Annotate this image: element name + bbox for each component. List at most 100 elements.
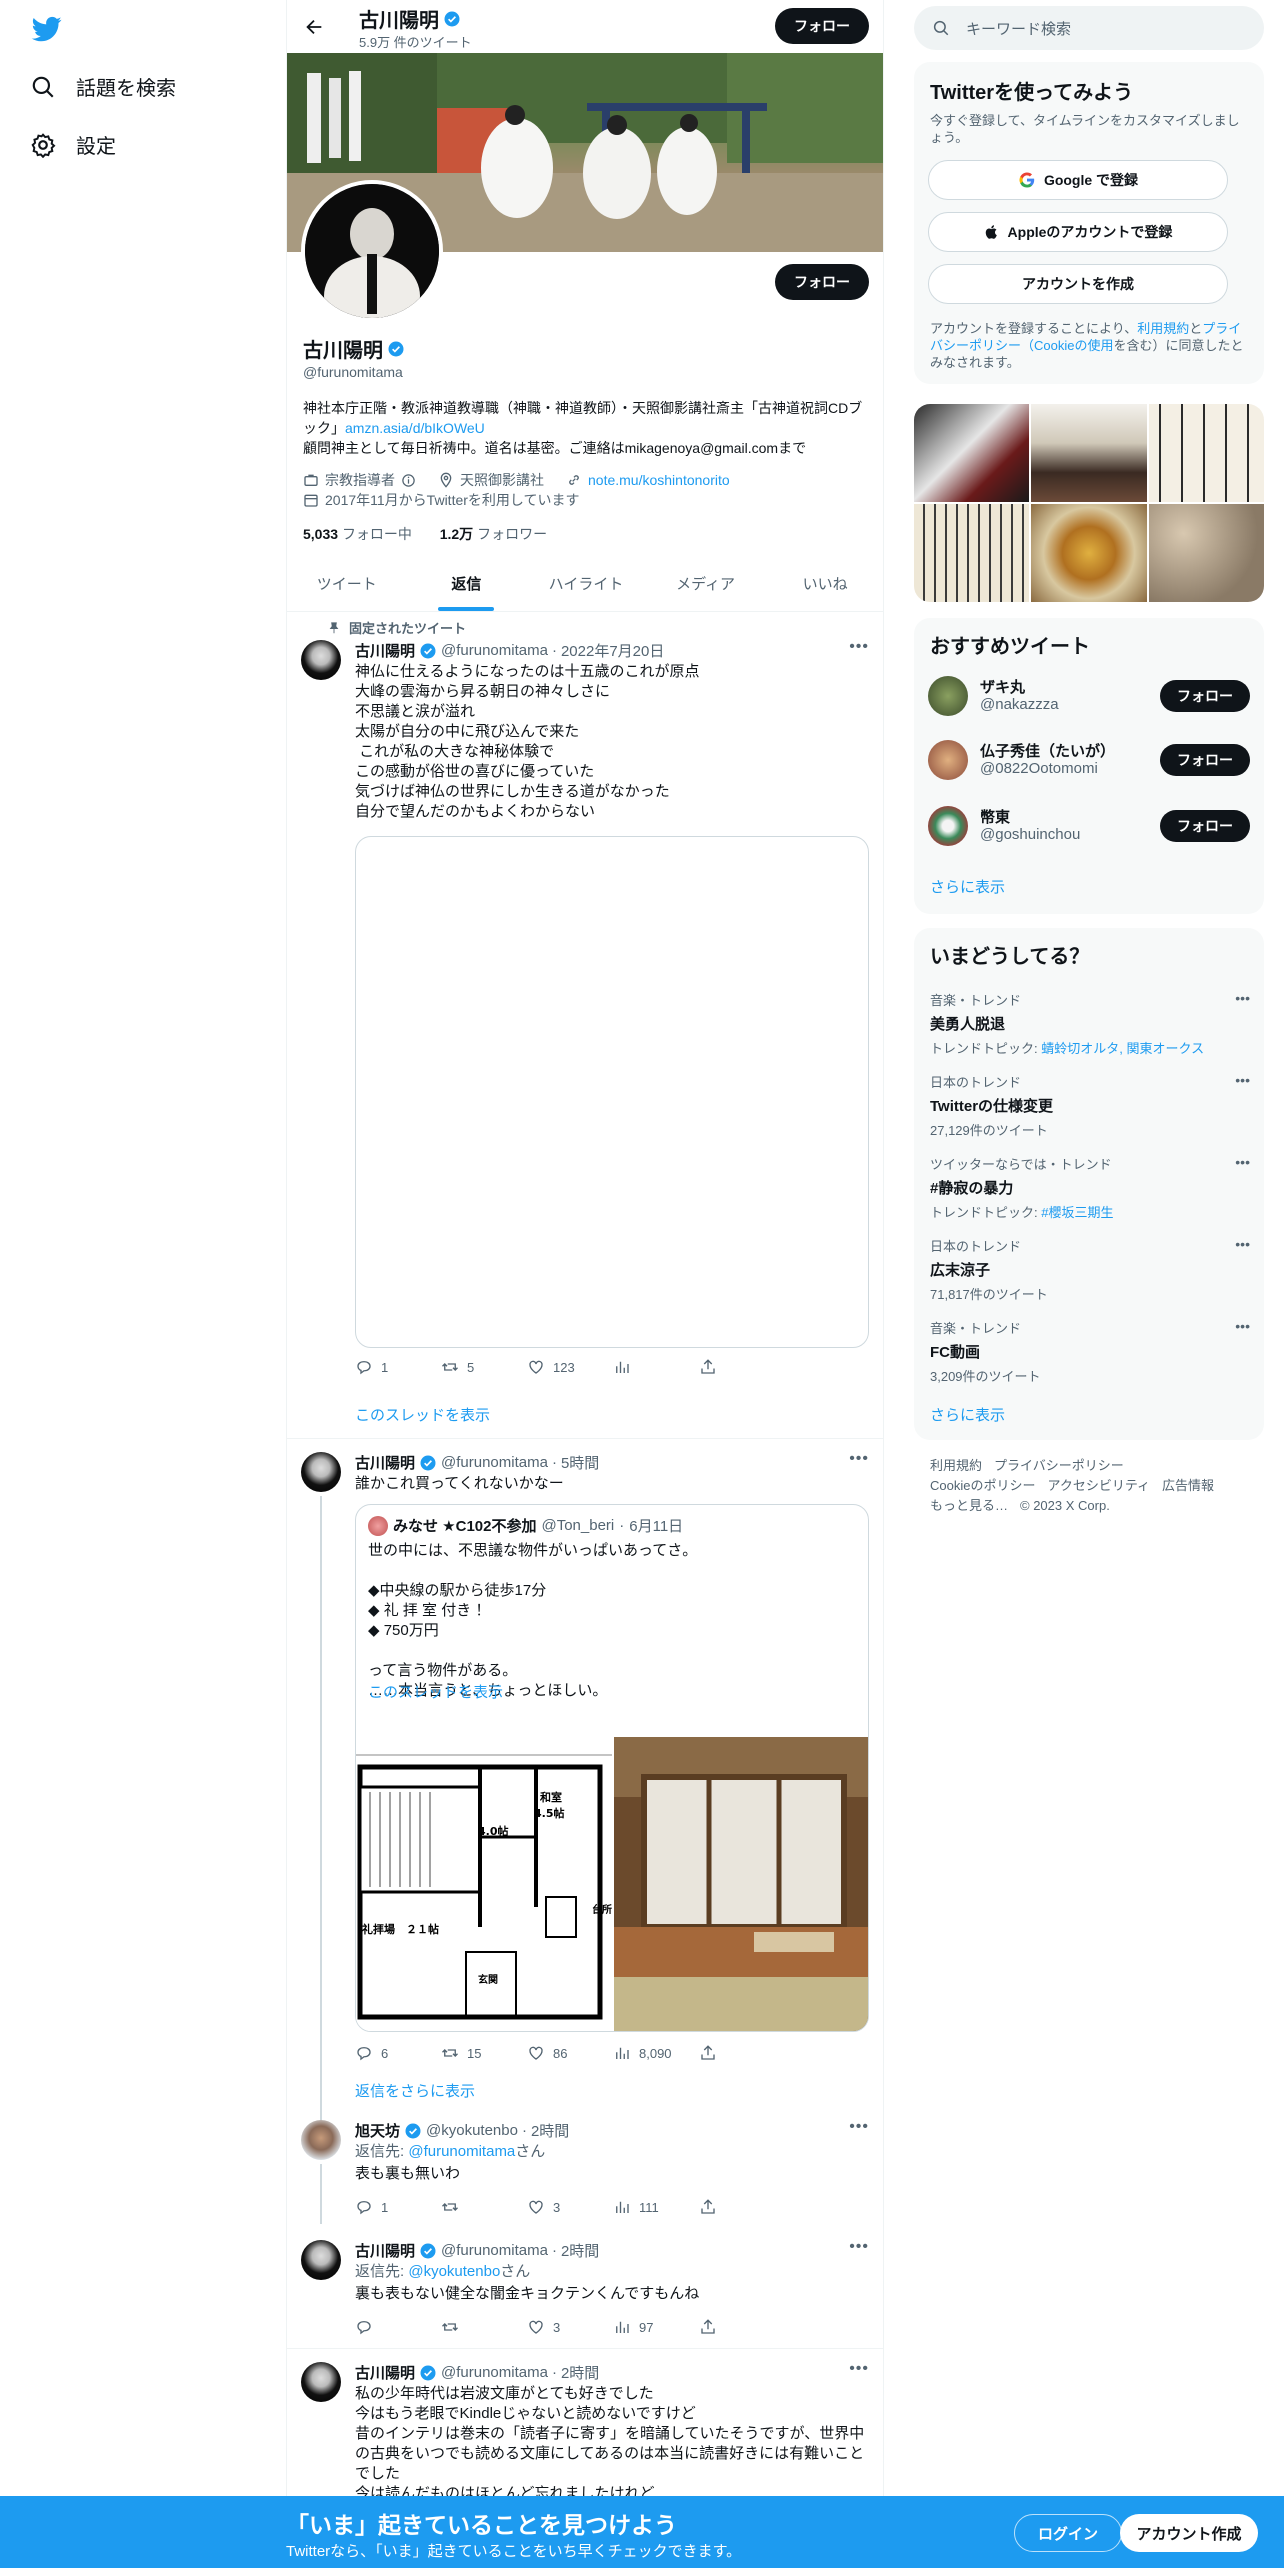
tweet[interactable]: 旭天坊 @kyokutenbo · 2時間 ••• 返信先: @furunomit… <box>287 2108 883 2224</box>
tweet-media-placeholder[interactable] <box>355 836 869 1348</box>
login-button[interactable]: ログイン <box>1014 2514 1122 2552</box>
trend-item[interactable]: 日本のトレンド Twitterの仕様変更 27,129件のツイート ••• <box>930 1072 1250 1139</box>
tweet[interactable]: 古川陽明 @furunomitama · 2時間 ••• 返信先: @kyokut… <box>287 2228 883 2348</box>
info-icon[interactable] <box>401 473 416 488</box>
more-options-icon[interactable]: ••• <box>849 2238 869 2256</box>
header-follow-button[interactable]: フォロー <box>775 8 869 44</box>
show-thread-link[interactable]: このスレッドを表示 <box>355 1404 490 1425</box>
more-options-icon[interactable]: ••• <box>1235 1072 1250 1088</box>
tweet[interactable]: 古川陽明 @furunomitama · 5時間 ••• 誰かこれ買ってくれないか… <box>287 1440 883 2156</box>
more-options-icon[interactable]: ••• <box>849 1450 869 1468</box>
suggested-user[interactable]: 仏子秀佳（たいが） @0822Ootomomi フォロー <box>928 736 1250 784</box>
media-thumbnail[interactable] <box>1148 504 1264 602</box>
more-options-icon[interactable]: ••• <box>849 2118 869 2136</box>
more-options-icon[interactable]: ••• <box>1235 990 1250 1006</box>
media-thumbnail[interactable] <box>1148 404 1264 502</box>
avatar[interactable] <box>301 2120 341 2160</box>
retweet-button[interactable] <box>441 2198 527 2216</box>
apple-signup-button[interactable]: Appleのアカウントで登録 <box>928 212 1228 252</box>
more-options-icon[interactable]: ••• <box>1235 1318 1250 1334</box>
search-bar[interactable]: キーワード検索 <box>914 6 1264 50</box>
verified-badge-icon <box>405 2123 421 2138</box>
tab-likes[interactable]: いいね <box>765 556 883 611</box>
avatar[interactable] <box>928 740 968 780</box>
suggested-user[interactable]: 幣東 @goshuinchou フォロー <box>928 802 1250 850</box>
more-options-icon[interactable]: ••• <box>849 638 869 656</box>
tweet[interactable]: 古川陽明 @furunomitama · 2時間 ••• 私の少年時代は岩波文庫が… <box>287 2350 883 2502</box>
profile-follow-button[interactable]: フォロー <box>775 264 869 300</box>
avatar[interactable] <box>928 806 968 846</box>
profile-joined: 2017年11月からTwitterを利用しています <box>325 492 580 508</box>
more-options-icon[interactable]: ••• <box>1235 1154 1250 1170</box>
google-signup-button[interactable]: Google で登録 <box>928 160 1228 200</box>
share-button[interactable] <box>699 2198 785 2216</box>
trend-item[interactable]: 音楽・トレンド FC動画 3,209件のツイート ••• <box>930 1318 1250 1385</box>
reply-button[interactable]: 1 <box>355 1358 441 1376</box>
retweet-button[interactable]: 5 <box>441 1358 527 1376</box>
profile-handle: @furunomitama <box>303 364 403 380</box>
sidebar-item-explore[interactable]: 話題を検索 <box>30 72 176 101</box>
follow-button[interactable]: フォロー <box>1160 810 1250 842</box>
views-button[interactable] <box>613 1358 699 1376</box>
reply-button[interactable]: 6 <box>355 2044 441 2062</box>
quoted-tweet[interactable]: みなせ ★C102不参加 @Ton_beri · 6月11日 世の中には、不思議な… <box>355 1504 869 2032</box>
header-name: 古川陽明 <box>359 4 461 33</box>
profile-avatar[interactable] <box>301 180 443 322</box>
twitter-bird-icon[interactable] <box>30 14 64 44</box>
share-button[interactable] <box>699 2044 785 2062</box>
more-options-icon[interactable]: ••• <box>1235 1236 1250 1252</box>
like-button[interactable]: 123 <box>527 1358 613 1376</box>
retweet-button[interactable] <box>441 2318 527 2336</box>
trend-item[interactable]: ツイッターならでは・トレンド #静寂の暴力 トレンドトピック: #櫻坂三期生 •… <box>930 1154 1250 1221</box>
avatar[interactable] <box>928 676 968 716</box>
trends-show-more-link[interactable]: さらに表示 <box>930 1404 1005 1425</box>
quote-show-thread-link[interactable]: このスレッドを表示 <box>368 1681 503 1702</box>
signup-button[interactable]: アカウント作成 <box>1120 2514 1258 2552</box>
tab-media[interactable]: メディア <box>646 556 766 611</box>
like-button[interactable]: 86 <box>527 2044 613 2062</box>
bio-link[interactable]: amzn.asia/d/bIkOWeU <box>345 420 485 436</box>
views-button[interactable]: 8,090 <box>613 2044 699 2062</box>
room-photo-image[interactable] <box>614 1737 868 2031</box>
search-input[interactable]: キーワード検索 <box>966 18 1071 39</box>
create-account-button[interactable]: アカウントを作成 <box>928 264 1228 304</box>
tab-highlights[interactable]: ハイライト <box>526 556 646 611</box>
retweet-button[interactable]: 15 <box>441 2044 527 2062</box>
more-options-icon[interactable]: ••• <box>849 2360 869 2378</box>
avatar[interactable] <box>301 1452 341 1492</box>
avatar[interactable] <box>301 2240 341 2280</box>
avatar[interactable] <box>301 2362 341 2402</box>
media-thumbnail[interactable] <box>1031 504 1147 602</box>
tab-tweets[interactable]: ツイート <box>287 556 407 611</box>
followers-link[interactable]: 1.2万 フォロワー <box>440 526 547 542</box>
share-button[interactable] <box>699 1358 785 1376</box>
top-header: 古川陽明 5.9万 件のツイート フォロー <box>287 0 883 53</box>
reply-button[interactable]: 1 <box>355 2198 441 2216</box>
views-button[interactable]: 97 <box>613 2318 699 2336</box>
sidebar-item-settings[interactable]: 設定 <box>30 130 116 159</box>
back-arrow-icon[interactable] <box>303 16 325 38</box>
media-thumbnail[interactable] <box>914 504 1030 602</box>
trend-item[interactable]: 日本のトレンド 広末涼子 71,817件のツイート ••• <box>930 1236 1250 1303</box>
follow-button[interactable]: フォロー <box>1160 744 1250 776</box>
like-button[interactable]: 3 <box>527 2318 613 2336</box>
tab-replies[interactable]: 返信 <box>407 556 527 611</box>
reply-button[interactable] <box>355 2318 441 2336</box>
follow-button[interactable]: フォロー <box>1160 680 1250 712</box>
show-more-link[interactable]: さらに表示 <box>930 876 1005 897</box>
views-button[interactable]: 111 <box>613 2198 699 2216</box>
floorplan-image[interactable]: 和室 4.5帖 4.0帖 礼拝場 ２１帖 台所 玄関 <box>356 1737 612 2031</box>
media-thumbnail[interactable] <box>914 404 1030 502</box>
following-link[interactable]: 5,033 フォロー中 <box>303 526 412 542</box>
suggested-user[interactable]: ザキ丸 @nakazzza フォロー <box>928 672 1250 720</box>
show-more-replies-link[interactable]: 返信をさらに表示 <box>355 2080 475 2101</box>
pinned-tweet[interactable]: 固定されたツイート 古川陽明 @furunomitama · 2022年7月20日… <box>287 612 883 1442</box>
avatar[interactable] <box>301 640 341 680</box>
like-button[interactable]: 3 <box>527 2198 613 2216</box>
share-button[interactable] <box>699 2318 785 2336</box>
trend-item[interactable]: 音楽・トレンド 美勇人脱退 トレンドトピック: 蜻蛉切オルタ, 関東オークス •… <box>930 990 1250 1057</box>
profile-url-link[interactable]: note.mu/koshintonorito <box>588 472 730 488</box>
media-thumbnail[interactable] <box>1031 404 1147 502</box>
profile-follow-counts: 5,033 フォロー中 1.2万 フォロワー <box>303 524 547 544</box>
profile-category: 宗教指導者 <box>325 472 395 488</box>
